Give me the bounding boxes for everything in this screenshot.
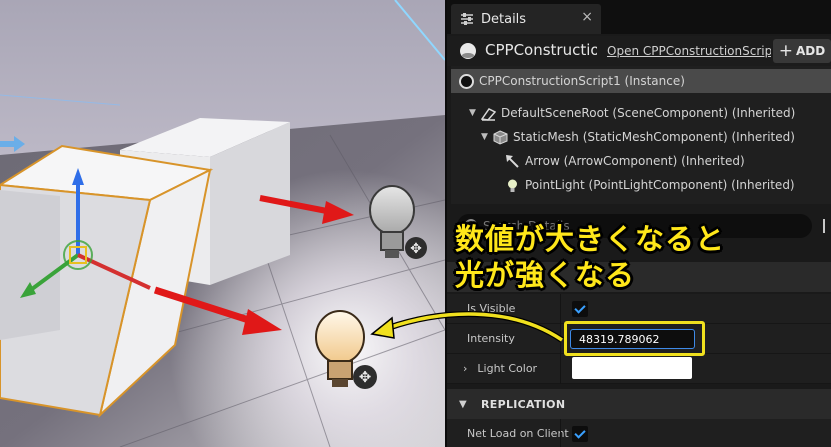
actor-sphere-icon [460,43,476,59]
light-bulb-icon [505,178,520,193]
component-row-static-mesh[interactable]: ▼ StaticMesh (StaticMeshComponent) (Inhe… [451,125,831,149]
prop-label: Net Load on Client [467,427,569,440]
annotation-line-2: 光が強くなる [455,258,636,292]
tab-bar: Details × [447,0,831,34]
component-label: DefaultSceneRoot (SceneComponent) (Inher… [501,106,796,120]
annotation-caption: 数値が大きくなると 光が強くなる [455,221,775,293]
prop-label: › Light Color [463,362,537,375]
svg-text:✥: ✥ [359,368,372,386]
scene-component-icon [480,106,497,121]
property-matrix-icon[interactable] [823,219,831,233]
component-tree: CPPConstructionScript1 (Instance) ▼ Defa… [451,66,831,204]
component-row-default-scene-root[interactable]: ▼ DefaultSceneRoot (SceneComponent) (Inh… [451,101,831,125]
column-divider[interactable] [560,324,561,354]
open-blueprint-link[interactable]: Open CPPConstructionScript [607,44,771,58]
column-divider[interactable] [560,419,561,447]
close-icon[interactable]: × [581,9,593,25]
chevron-down-icon: ▼ [459,398,467,410]
add-button-label: ADD [796,44,826,58]
light-color-swatch[interactable] [572,357,692,379]
column-divider[interactable] [560,354,561,384]
prop-label: Intensity [467,332,515,345]
component-label: CPPConstructionScript1 (Instance) [479,74,685,88]
svg-text:✥: ✥ [410,241,422,257]
details-sliders-icon [461,13,473,25]
annotation-line-1: 数値が大きくなると [455,222,726,256]
add-component-button[interactable]: + ADD [773,39,831,63]
actor-header: CPPConstructio Open CPPConstructionScrip… [447,36,831,66]
viewport-scene: ✥ ✥ [0,0,445,447]
actor-sphere-icon [459,73,474,89]
tab-details[interactable]: Details × [451,4,601,34]
level-viewport[interactable]: ✥ ✥ [0,0,445,447]
component-row-arrow[interactable]: Arrow (ArrowComponent) (Inherited) [451,149,831,173]
light-color-label: Light Color [477,362,538,375]
intensity-highlight [564,321,705,356]
prop-label: Is Visible [467,302,516,315]
section-label: REPLICATION [481,397,566,411]
section-replication[interactable]: ▼ REPLICATION [447,389,831,419]
component-row-point-light[interactable]: PointLight (PointLightComponent) (Inheri… [451,173,831,197]
tab-details-label: Details [481,11,527,27]
prop-is-visible: Is Visible [447,294,831,324]
chevron-right-icon[interactable]: › [463,362,467,375]
column-divider[interactable] [560,294,561,324]
arrow-component-icon [505,154,520,169]
is-visible-checkbox[interactable] [572,301,588,317]
plus-icon: + [778,41,794,61]
component-label: StaticMesh (StaticMeshComponent) (Inheri… [513,130,795,144]
net-load-checkbox[interactable] [572,426,588,442]
component-label: PointLight (PointLightComponent) (Inheri… [525,178,795,192]
component-label: Arrow (ArrowComponent) (Inherited) [525,154,745,168]
actor-name[interactable]: CPPConstructio [485,41,597,59]
chevron-down-icon[interactable]: ▼ [481,132,493,142]
static-mesh-cube-icon [493,129,508,145]
component-row-instance[interactable]: CPPConstructionScript1 (Instance) [451,69,831,93]
prop-net-load: Net Load on Client [447,419,831,447]
chevron-down-icon[interactable]: ▼ [469,108,481,118]
